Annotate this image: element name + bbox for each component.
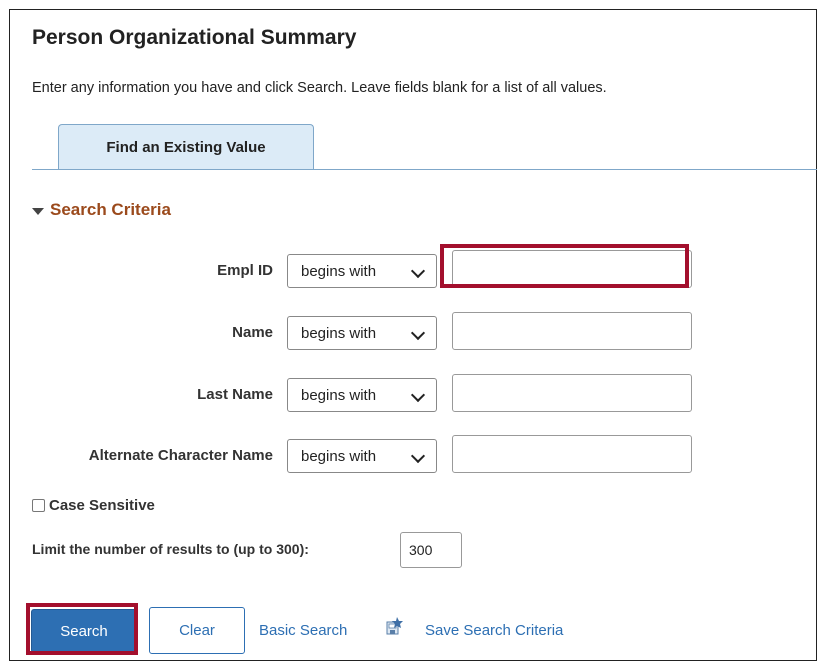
alternate-character-name-operator-select[interactable]: begins with xyxy=(287,439,437,473)
last-name-operator-select[interactable]: begins with xyxy=(287,378,437,412)
alternate-character-name-input[interactable] xyxy=(452,435,692,473)
name-label: Name xyxy=(232,324,273,341)
case-sensitive-label: Case Sensitive xyxy=(49,497,155,514)
empl-id-operator-select[interactable]: begins with xyxy=(287,254,437,288)
empl-id-operator-value: begins with xyxy=(301,262,377,280)
empl-id-input[interactable] xyxy=(452,250,692,288)
case-sensitive-option[interactable]: Case Sensitive xyxy=(32,497,155,514)
name-operator-value: begins with xyxy=(301,324,377,342)
alternate-character-name-label: Alternate Character Name xyxy=(88,447,273,464)
chevron-down-icon xyxy=(410,325,426,341)
save-search-criteria-link[interactable]: Save Search Criteria xyxy=(425,622,563,639)
name-operator-select[interactable]: begins with xyxy=(287,316,437,350)
alternate-character-name-operator-value: begins with xyxy=(301,447,377,465)
last-name-label: Last Name xyxy=(197,386,273,403)
clear-button[interactable]: Clear xyxy=(149,607,245,654)
limit-results-input[interactable] xyxy=(400,532,462,568)
empl-id-label: Empl ID xyxy=(217,262,273,279)
limit-results-label: Limit the number of results to (up to 30… xyxy=(32,541,309,557)
tab-find-existing-value[interactable]: Find an Existing Value xyxy=(58,124,314,170)
name-input[interactable] xyxy=(452,312,692,350)
page-title: Person Organizational Summary xyxy=(32,26,357,49)
search-button[interactable]: Search xyxy=(31,609,137,653)
last-name-input[interactable] xyxy=(452,374,692,412)
case-sensitive-checkbox[interactable] xyxy=(32,499,45,512)
search-criteria-toggle[interactable]: Search Criteria xyxy=(32,200,171,220)
page-instructions: Enter any information you have and click… xyxy=(32,80,607,96)
tab-divider xyxy=(32,169,817,170)
chevron-down-icon xyxy=(410,448,426,464)
last-name-operator-value: begins with xyxy=(301,386,377,404)
chevron-down-icon xyxy=(410,387,426,403)
chevron-down-icon xyxy=(410,263,426,279)
basic-search-link[interactable]: Basic Search xyxy=(259,622,347,639)
triangle-down-icon xyxy=(32,207,44,215)
search-criteria-header: Search Criteria xyxy=(50,200,171,219)
save-criteria-icon[interactable] xyxy=(386,617,403,635)
